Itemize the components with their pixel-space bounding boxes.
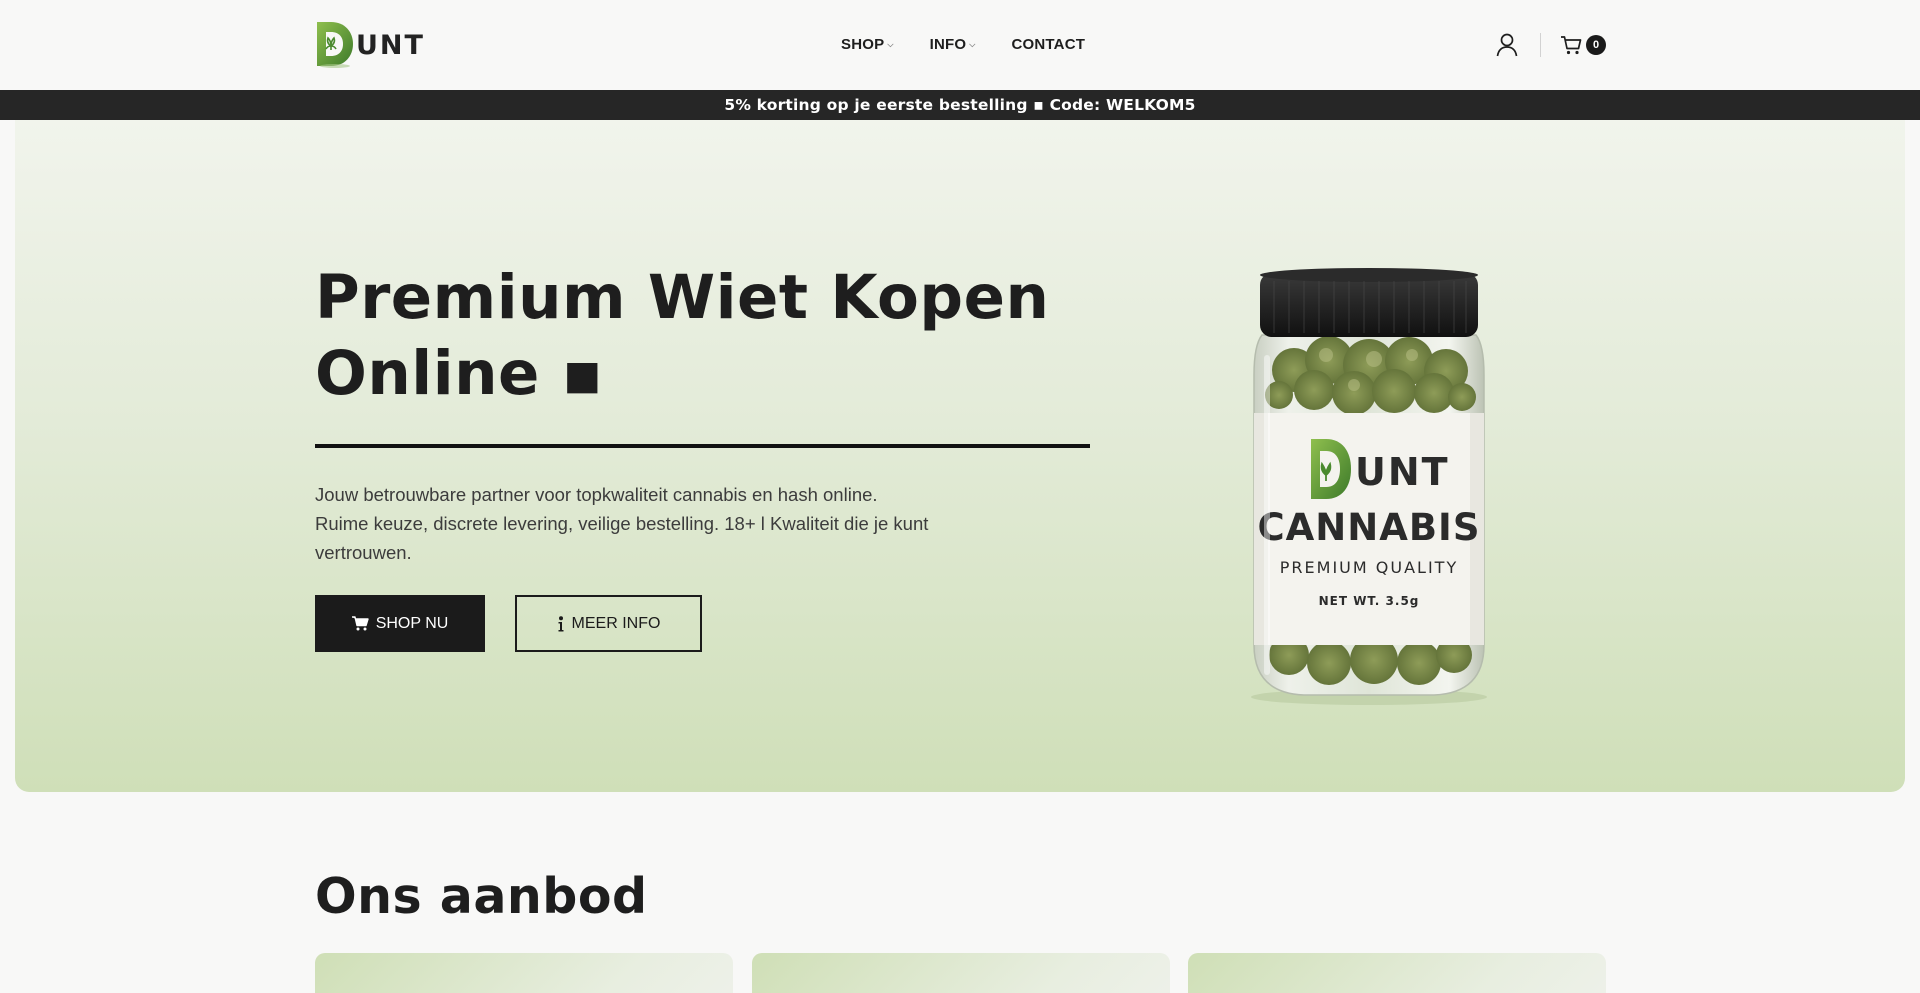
promo-text: 5% korting op je eerste bestelling ▪ Cod… — [724, 96, 1196, 114]
label-tagline: PREMIUM QUALITY — [1280, 558, 1458, 577]
more-info-button[interactable]: MEER INFO — [515, 595, 702, 652]
cart-icon — [1561, 36, 1582, 55]
label-product-name: CANNABIS — [1258, 506, 1481, 549]
logo-text: UNT — [356, 29, 425, 61]
offer-card[interactable] — [1188, 953, 1606, 993]
main-nav: SHOP ⌵ INFO ⌵ CONTACT — [841, 36, 1085, 53]
header-actions: 0 — [1496, 32, 1606, 58]
site-header: UNT SHOP ⌵ INFO ⌵ CONTACT 0 — [0, 0, 1920, 90]
chevron-down-icon: ⌵ — [887, 39, 894, 49]
label-weight: NET WT. 3.5g — [1319, 594, 1420, 608]
hero-section: Premium Wiet Kopen Online ▪ Jouw betrouw… — [15, 120, 1905, 792]
hero-divider — [315, 444, 1090, 448]
logo-mark-icon — [317, 22, 353, 68]
hero-desc-line1: Jouw betrouwbare partner voor topkwalite… — [315, 484, 878, 505]
account-button[interactable] — [1496, 33, 1518, 57]
chevron-down-icon: ⌵ — [969, 39, 976, 49]
section-title: Ons aanbod — [315, 868, 648, 925]
hero-title-line1: Premium Wiet Kopen — [315, 262, 1050, 333]
hero-title-line2: Online ▪ — [315, 338, 604, 409]
product-jar-image: UNT CANNABIS PREMIUM QUALITY NET WT. 3.5… — [1251, 268, 1487, 705]
logo[interactable]: UNT — [315, 20, 425, 68]
cart-icon — [351, 616, 369, 631]
user-icon — [1496, 33, 1518, 57]
nav-info-label: INFO — [929, 36, 967, 53]
hero-desc-line2: Ruime keuze, discrete levering, veilige … — [315, 513, 929, 534]
info-icon — [557, 615, 565, 632]
promo-bar: 5% korting op je eerste bestelling ▪ Cod… — [0, 90, 1920, 120]
hero-description: Jouw betrouwbare partner voor topkwalite… — [315, 480, 955, 567]
label-brand: UNT — [1355, 450, 1450, 494]
hero-desc-line3: vertrouwen. — [315, 542, 412, 563]
nav-contact[interactable]: CONTACT — [1011, 36, 1085, 53]
header-divider — [1540, 33, 1541, 57]
shop-now-label: SHOP NU — [375, 614, 449, 632]
nav-info[interactable]: INFO ⌵ — [930, 36, 976, 53]
nav-shop[interactable]: SHOP ⌵ — [841, 36, 894, 53]
shop-now-button[interactable]: SHOP NU — [315, 595, 485, 652]
nav-shop-label: SHOP — [841, 36, 885, 53]
more-info-label: MEER INFO — [571, 614, 661, 632]
cart-count-badge: 0 — [1586, 35, 1606, 55]
offer-card[interactable] — [315, 953, 733, 993]
cart-button[interactable]: 0 — [1560, 35, 1606, 55]
hero-title: Premium Wiet Kopen Online ▪ — [315, 260, 1115, 412]
offer-card[interactable] — [752, 953, 1170, 993]
nav-contact-label: CONTACT — [1011, 36, 1086, 53]
